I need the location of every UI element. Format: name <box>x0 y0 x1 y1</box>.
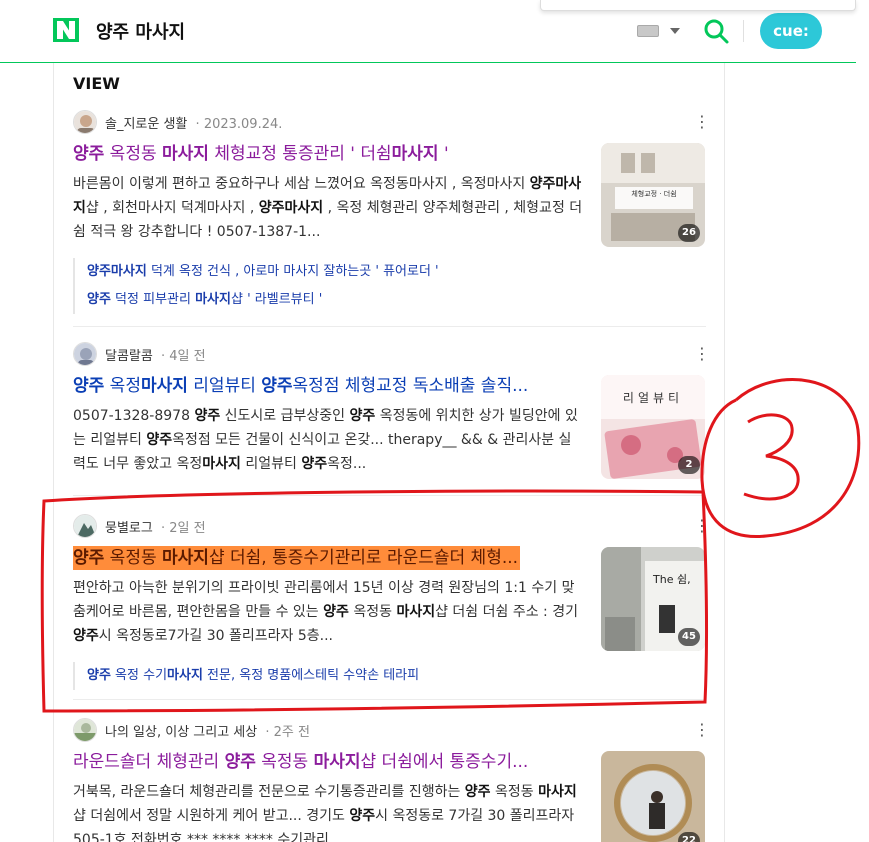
post-item: 솔_지로운 생활 · 2023.09.24. ⋮ 양주 옥정동 마사지 체형교정… <box>73 110 710 320</box>
view-panel: VIEW 솔_지로운 생활 · 2023.09.24. ⋮ 양주 옥정동 마사지… <box>53 63 725 842</box>
avatar[interactable] <box>73 342 97 366</box>
post-date: · 2023.09.24. <box>191 117 283 132</box>
search-query-text[interactable]: 양주 마사지 <box>96 18 185 44</box>
post-description: 0507-1328-8978 양주 신도시로 급부상중인 양주 옥정동에 위치한… <box>73 408 578 472</box>
cue-button[interactable]: cue: <box>760 13 822 49</box>
related-link[interactable]: 양주 덕정 피부관리 마사지샵 ' 라벨르뷰티 ' <box>87 286 673 314</box>
annotation-highlight-box <box>40 489 708 713</box>
post-date: · 2주 전 <box>261 725 310 740</box>
keyboard-icon[interactable] <box>637 25 659 37</box>
post-title[interactable]: 양주 옥정동 마사지 체형교정 통증관리 ' 더쉼마사지 ' <box>73 142 581 166</box>
post-title[interactable]: 양주 옥정마사지 리얼뷰티 양주옥정점 체형교정 독소배출 솔직... <box>73 374 581 398</box>
author-name[interactable]: 나의 일상, 이상 그리고 세상 · 2주 전 <box>105 721 310 740</box>
related-link[interactable]: 양주마사지 덕계 옥정 건식 , 아로마 마사지 잘하는곳 ' 퓨어로더 ' <box>87 258 673 286</box>
author-name[interactable]: 솔_지로운 생활 · 2023.09.24. <box>105 113 282 132</box>
post-header: 나의 일상, 이상 그리고 세상 · 2주 전 ⋮ <box>73 718 710 742</box>
annotation-number-mark: 3 <box>696 370 866 545</box>
post-item: 달콤랄콤 · 4일 전 ⋮ 양주 옥정마사지 리얼뷰티 양주옥정점 체형교정 독… <box>73 342 710 487</box>
section-title: VIEW <box>73 74 120 93</box>
post-description: 바른몸이 이렇게 편하고 중요하구나 세삼 느꼈어요 옥정동마사지 , 옥정마사… <box>73 176 583 240</box>
header-divider <box>743 20 744 42</box>
avatar[interactable] <box>73 718 97 742</box>
search-icon[interactable] <box>702 17 730 45</box>
more-options-icon[interactable]: ⋮ <box>694 720 710 740</box>
post-thumbnail[interactable]: 22 <box>601 751 705 842</box>
post-description: 거북목, 라운드숄더 체형관리를 전문으로 수기통증관리를 진행하는 양주 옥정… <box>73 784 577 842</box>
avatar[interactable] <box>73 110 97 134</box>
image-count-badge: 26 <box>678 224 700 242</box>
divider <box>73 326 706 327</box>
post-header: 솔_지로운 생활 · 2023.09.24. ⋮ <box>73 110 710 134</box>
thumbnail-caption: 체형교정 · 더쉼 <box>631 190 677 198</box>
post-title[interactable]: 라운드숄더 체형관리 양주 옥정동 마사지샵 더쉼에서 통증수기... <box>73 750 581 774</box>
image-count-badge: 22 <box>678 832 700 842</box>
related-links: 양주마사지 덕계 옥정 건식 , 아로마 마사지 잘하는곳 ' 퓨어로더 ' 양… <box>73 258 673 314</box>
post-thumbnail[interactable]: 체형교정 · 더쉼 26 <box>601 143 705 247</box>
post-thumbnail[interactable]: 리얼뷰티 2 <box>601 375 705 479</box>
popup-edge <box>540 0 856 11</box>
post-item: 나의 일상, 이상 그리고 세상 · 2주 전 ⋮ 라운드숄더 체형관리 양주 … <box>73 718 710 842</box>
post-date: · 4일 전 <box>156 349 206 364</box>
thumbnail-caption: 리얼뷰티 <box>622 391 684 405</box>
more-options-icon[interactable]: ⋮ <box>694 112 710 132</box>
naver-logo-icon[interactable] <box>53 18 79 42</box>
post-header: 달콤랄콤 · 4일 전 ⋮ <box>73 342 710 366</box>
chevron-down-icon[interactable] <box>670 28 680 34</box>
more-options-icon[interactable]: ⋮ <box>694 344 710 364</box>
author-name[interactable]: 달콤랄콤 · 4일 전 <box>105 345 206 364</box>
